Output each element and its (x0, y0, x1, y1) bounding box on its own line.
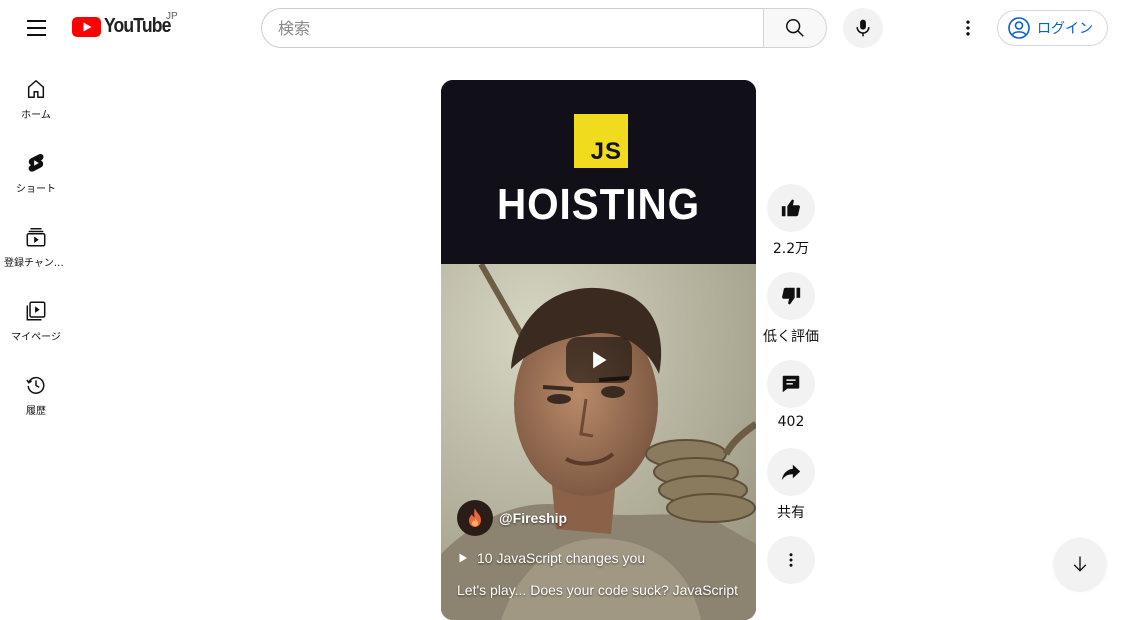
comments-action: 402 (763, 360, 819, 430)
sidebar-item-label: ホーム (21, 110, 51, 121)
play-button[interactable] (566, 337, 632, 383)
home-icon (27, 80, 45, 98)
share-label: 共有 (777, 505, 805, 521)
login-button[interactable]: ログイン (997, 10, 1108, 46)
related-video-link[interactable]: 10 JavaScript changes you (457, 550, 645, 566)
masthead: YouTube JP ログイン (0, 0, 1124, 56)
library-icon (26, 301, 46, 321)
channel-info[interactable]: @Fireship (457, 500, 567, 536)
sidebar-item-shorts[interactable]: ショート (0, 138, 72, 212)
sidebar-item-history[interactable]: 履歴 (0, 360, 72, 434)
more-vert-icon (966, 20, 970, 36)
arrow-down-icon (1073, 556, 1087, 572)
account-circle-icon (1008, 17, 1030, 39)
js-badge-text: JS (590, 138, 622, 165)
video-title-card: JS HOISTING (441, 80, 756, 264)
menu-icon[interactable] (16, 8, 56, 48)
like-action: 2.2万 (763, 184, 819, 258)
mini-guide: ホーム ショート 登録チャンネル マイページ 履歴 (0, 64, 72, 434)
youtube-play-logo-icon (72, 16, 101, 37)
comment-count: 402 (777, 414, 805, 430)
search-bar (261, 8, 827, 48)
video-frame (441, 264, 756, 620)
share-action: 共有 (763, 448, 819, 522)
shorts-icon (28, 154, 44, 172)
channel-avatar[interactable] (457, 500, 493, 536)
voice-search-button[interactable] (843, 8, 883, 48)
comment-icon (782, 375, 800, 393)
dislike-button[interactable] (767, 272, 815, 320)
settings-menu-button[interactable] (948, 8, 988, 48)
sidebar-item-subscriptions[interactable]: 登録チャンネル (0, 212, 72, 286)
sidebar-item-label: ショート (16, 184, 56, 195)
more-vert-icon (789, 553, 793, 567)
more-action (763, 536, 819, 584)
fire-icon (469, 508, 481, 527)
js-logo-badge: JS (574, 114, 628, 168)
sidebar-item-label: マイページ (11, 332, 61, 343)
sidebar-item-home[interactable]: ホーム (0, 64, 72, 138)
thumb-down-icon (782, 287, 801, 305)
related-video-title: 10 JavaScript changes you (477, 550, 646, 566)
search-icon (786, 19, 804, 37)
dislike-action: 低く評価 (763, 272, 819, 346)
short-title[interactable]: Let's play... Does your code suck? JavaS… (457, 582, 747, 598)
next-video-button[interactable] (1054, 538, 1106, 590)
share-button[interactable] (767, 448, 815, 496)
thumb-up-icon (781, 199, 800, 217)
microphone-icon (856, 19, 870, 37)
login-label: ログイン (1037, 21, 1093, 37)
play-icon (593, 351, 607, 369)
dislike-label: 低く評価 (763, 329, 819, 345)
like-count: 2.2万 (772, 241, 810, 257)
channel-name[interactable]: @Fireship (499, 510, 567, 526)
search-input[interactable] (261, 8, 763, 48)
comments-button[interactable] (767, 360, 815, 408)
sidebar-item-label: 登録チャンネル (4, 258, 68, 269)
play-small-icon (459, 553, 467, 563)
logo-text: YouTube (104, 15, 171, 37)
sidebar-item-label: 履歴 (26, 406, 46, 417)
sidebar-item-you[interactable]: マイページ (0, 286, 72, 360)
shorts-player[interactable]: JS HOISTING @Fireship 10 JavaScript chan… (441, 80, 756, 620)
youtube-logo[interactable]: YouTube (72, 15, 180, 38)
like-button[interactable] (767, 184, 815, 232)
history-icon (26, 376, 45, 394)
video-headline: HOISTING (496, 180, 701, 229)
share-icon (781, 464, 801, 481)
more-actions-button[interactable] (767, 536, 815, 584)
search-button[interactable] (763, 8, 827, 48)
country-code: JP (166, 11, 178, 22)
video-frame-image (441, 264, 756, 620)
subscriptions-icon (26, 228, 46, 247)
